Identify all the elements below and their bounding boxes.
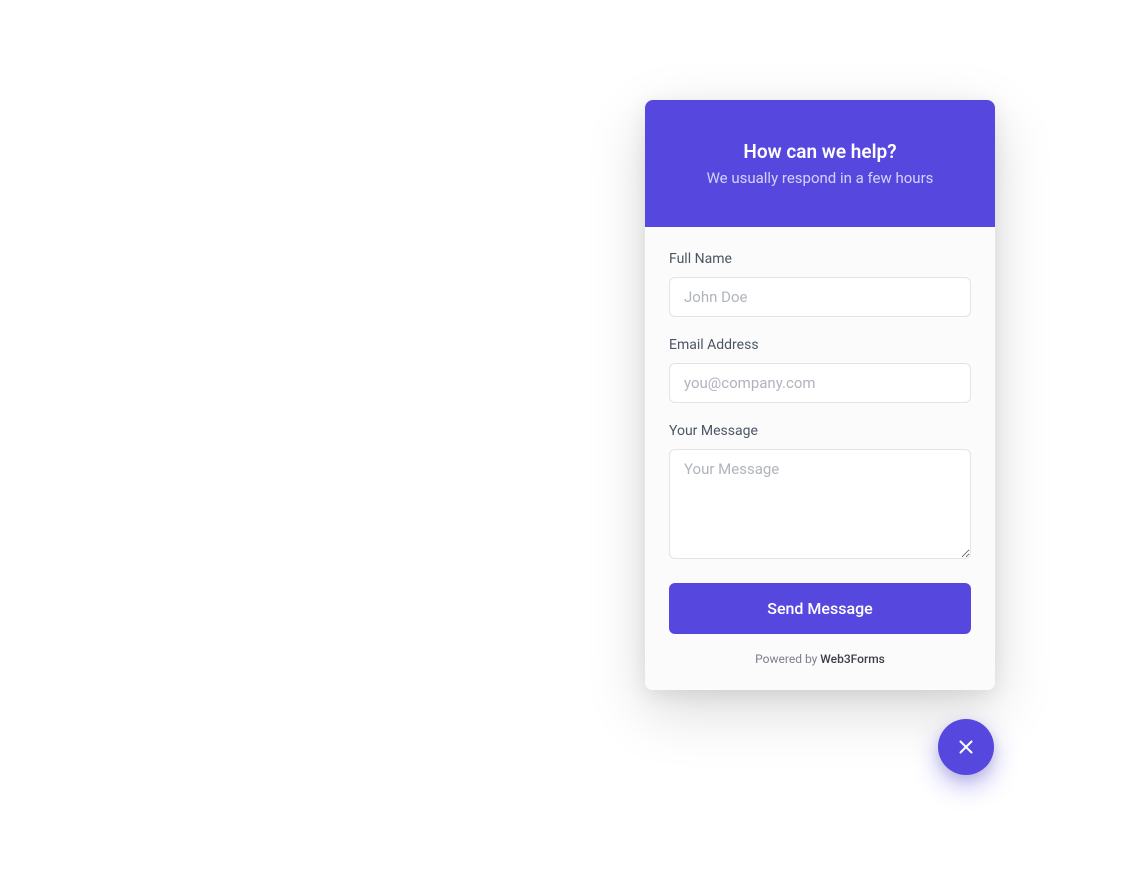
message-textarea[interactable]: [669, 449, 971, 559]
powered-by-brand[interactable]: Web3Forms: [820, 652, 885, 666]
powered-by: Powered by Web3Forms: [669, 652, 971, 666]
message-label: Your Message: [669, 423, 971, 439]
full-name-input[interactable]: [669, 277, 971, 317]
close-icon: [955, 736, 977, 758]
close-button[interactable]: [938, 719, 994, 775]
contact-popup: How can we help? We usually respond in a…: [645, 100, 995, 690]
popup-title: How can we help?: [665, 140, 975, 163]
full-name-label: Full Name: [669, 251, 971, 267]
powered-by-prefix: Powered by: [755, 652, 820, 666]
message-group: Your Message: [669, 423, 971, 563]
email-input[interactable]: [669, 363, 971, 403]
full-name-group: Full Name: [669, 251, 971, 317]
email-group: Email Address: [669, 337, 971, 403]
send-message-button[interactable]: Send Message: [669, 583, 971, 634]
popup-body: Full Name Email Address Your Message Sen…: [645, 227, 995, 690]
popup-header: How can we help? We usually respond in a…: [645, 100, 995, 227]
popup-subtitle: We usually respond in a few hours: [665, 169, 975, 187]
email-label: Email Address: [669, 337, 971, 353]
